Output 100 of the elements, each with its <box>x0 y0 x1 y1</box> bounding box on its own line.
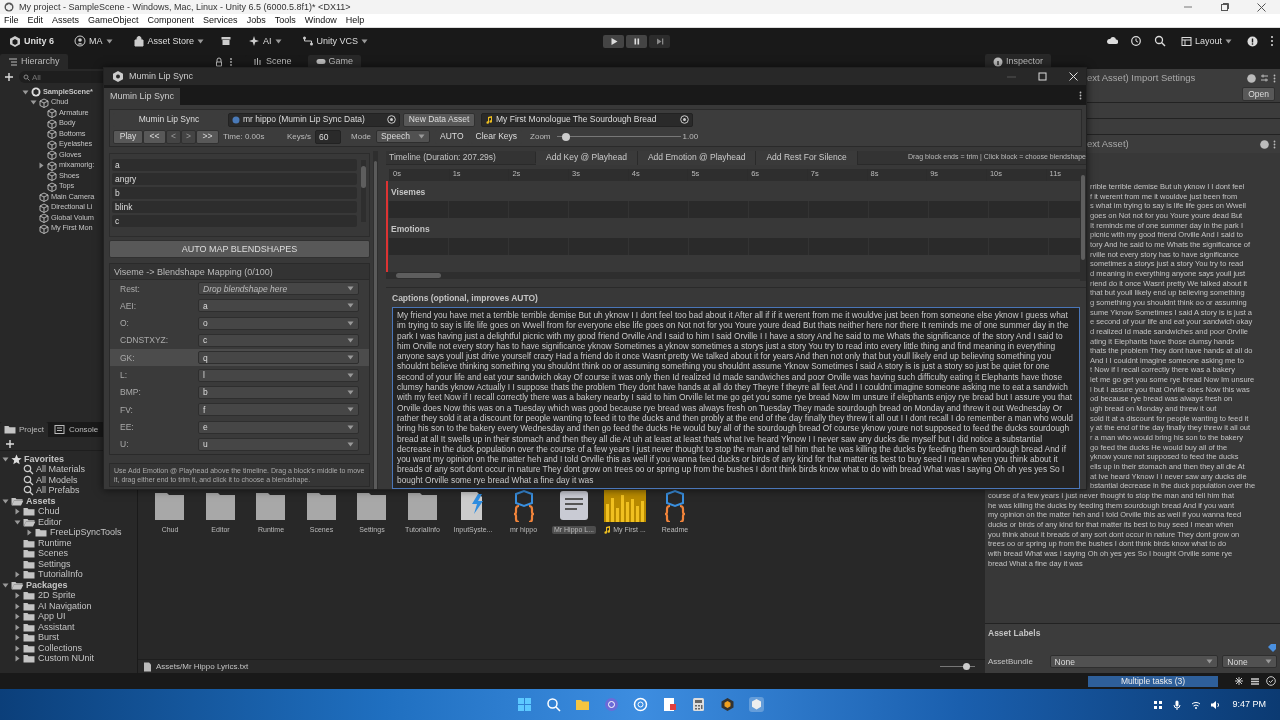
timeline-button[interactable]: Add Rest For Silence <box>756 150 858 165</box>
list-item[interactable]: c <box>112 215 357 227</box>
panel-tab[interactable]: Project <box>0 422 48 437</box>
field-label: U: <box>120 439 130 450</box>
mapping-row[interactable]: O: o <box>110 314 369 332</box>
field-label: Keys/s <box>287 131 311 142</box>
transport-button[interactable]: >> <box>196 129 219 144</box>
blendshape-dropdown[interactable]: c <box>198 334 359 348</box>
task-label: Multiple tasks (3) <box>1120 675 1186 687</box>
tree-item[interactable]: Favorites <box>24 453 65 465</box>
tree-item[interactable]: Chud <box>38 506 60 518</box>
bundle-dropdown[interactable]: None <box>1049 655 1219 669</box>
blendshape-dropdown[interactable]: q <box>198 351 359 365</box>
list-item[interactable]: a <box>112 159 357 171</box>
captions-label: Captions (optional, improves AUTO) <box>391 292 538 305</box>
menu-item[interactable]: Window <box>304 15 337 26</box>
mapping-row[interactable]: U: u <box>110 435 369 453</box>
tree-item[interactable]: Collections <box>38 642 83 654</box>
mapping-row[interactable]: Rest: Drop blendshape here <box>110 280 369 298</box>
captions-textarea[interactable]: My friend you have met a terrible terrible demise But uh yknow I I dont feel too bad about it After all if if it werent from me it wouldve just been from someone else yknow I guess what im trying to say is life life goes on Wwell from for everyone else life goes on Not not for you Youre youre dead But thats neither here nor there It reminds me of one summer day in the park I was having just a delightful picnic with my good friend Orville And I said to him I said Orville I I have a story And he said to me Whats the significance of the story And I said to him Orville not every story has to have significance yknow Sometimes a yknow sometimes a storys just a story You try to read into every little thing and find meaning in everything anyone says youll just drive yourself crazy Had a friend do it once Wasnt pretty We talked about it for years And then not only that but youll likely end up believing something you shouldnt believe thinking something you shouldnt think oo or assuming something you shouldnt assume Yknow Sometimes I said A story is is just a story so just be quiet for one second of your life and eat your sandwich okay Of course it was only then Id realized Id made sandwiches and poor Orville was having such difficulty eating it Elephants have those clumsy hands yknow Actually I I suppose thats the problem They dont have hands at all do they Theyre f theyre all feet And I I couldnt imagine someone asking me to eat a sandwich with my feet Now if I recall correctly there was a bakery nearby I said to him Orville let me go get you some rye bread Now Im unsure if elephants enjoy rye bread but I assure you that Orville does Now this was on a Tuesday which was good because rye bread was always fresh on Tuesday They made sourdough bread on Monday and threw it out Wednesday Or rather they sold it at a discount for people wanting to feed it to the ducks and then probly at the end of the day finally they threw it all out I I dont recall I do remember a man who would bring his son to the bakery every Wednesday and then go feed the ducks He would buy all of the sourdough bread Of course yknow youre not supposed to feed the ducks sourdough bread at all It swells up in their stomach and then they all die At uh at least at least thats what Ive heard Yknow I I never saw any ducks die myself but I did notice a substantial decrease in the duck population over the course of a few years I just never thought to stop the man and tell him that he was killing the ducks by feeding them sourdough bread And if you want my opinion on the matter heh and I told Orville this as well if you wanna feed ducks or birds of any kind for that matter its best to buy seed I mean when you think about it breads of any sort dont occur in nature They dont grow on trees oo or spring up from the bushes I dont think birds know what to do with bread What was I saying Oh oh yes yes So I bought Orville some rye bread What a fine day it was <box>392 307 1080 489</box>
mapping-row[interactable]: L: l <box>110 366 369 384</box>
list-item[interactable]: blink <box>112 201 357 213</box>
field-label: Zoom <box>530 131 551 142</box>
transport-button[interactable]: << <box>143 129 166 144</box>
blendshape-dropdown[interactable]: a <box>198 299 359 313</box>
field-label: CDNSTXYZ: <box>120 335 170 346</box>
mapping-row[interactable]: EE: e <box>110 418 369 436</box>
menu-item[interactable]: Services <box>203 15 238 26</box>
menu-item[interactable]: Assets <box>52 15 80 26</box>
menu-item[interactable]: Help <box>345 15 365 26</box>
field-label: BMP: <box>120 387 142 398</box>
tree-item[interactable]: Runtime <box>38 537 72 549</box>
mode-dropdown[interactable]: Speech <box>376 130 431 143</box>
toolbar-dropdown[interactable]: Asset Store <box>129 33 208 49</box>
mapping-row[interactable]: FV: f <box>110 401 369 419</box>
zoom-value: 1.00 <box>682 131 699 142</box>
asset-path: Assets/Mr Hippo Lyrics.txt <box>156 661 249 672</box>
window-tab[interactable]: Mumin Lip Sync <box>104 88 181 105</box>
blendshape-dropdown[interactable]: f <box>198 403 359 417</box>
list-item[interactable]: b <box>112 187 357 199</box>
tree-item[interactable]: Settings <box>38 558 71 570</box>
keys-per-second-field[interactable]: 60 <box>315 129 341 144</box>
variant-dropdown[interactable]: None <box>1222 655 1277 669</box>
blendshape-dropdown[interactable]: b <box>198 385 359 399</box>
tree-item[interactable]: TutorialInfo <box>38 569 83 581</box>
blendshape-dropdown[interactable]: u <box>198 437 359 451</box>
tree-item[interactable]: 2D Sprite <box>38 590 76 602</box>
tree-item[interactable]: Custom NUnit <box>38 653 94 665</box>
mapping-row[interactable]: CDNSTXYZ: c <box>110 331 369 350</box>
field-label: AssetBundle <box>988 656 1034 667</box>
data-object-field[interactable]: mr hippo (Mumin Lip Sync Data) <box>228 112 400 127</box>
menu-item[interactable]: GameObject <box>88 15 139 26</box>
tree-item[interactable]: App UI <box>38 611 66 623</box>
menu-item[interactable]: Jobs <box>246 15 266 26</box>
toolbar-dropdown[interactable]: Unity VCS <box>298 33 372 49</box>
blendshape-dropdown[interactable]: l <box>198 368 359 382</box>
tree-item[interactable]: All Prefabs <box>36 485 80 497</box>
mapping-row[interactable]: BMP: b <box>110 383 369 402</box>
field-label: EE: <box>120 421 135 433</box>
new-data-asset-button[interactable]: New Data Asset <box>403 112 475 127</box>
timeline-button[interactable]: Add Key @ Playhead <box>536 150 638 165</box>
tree-item[interactable]: Editor <box>38 516 62 528</box>
window-title: Mumin Lip Sync <box>129 71 194 82</box>
unity-version-label[interactable]: Unity 6 <box>6 33 57 49</box>
tree-item[interactable]: Packages <box>26 579 68 591</box>
blendshape-dropdown[interactable]: o <box>198 316 359 330</box>
timeline-button[interactable]: Add Emotion @ Playhead <box>637 150 757 165</box>
blendshape-dropdown[interactable]: e <box>198 420 359 434</box>
time-label: Time: 0.00s <box>223 131 266 142</box>
window-title: My project - SampleScene - Windows, Mac, Linux - Unity 6.5 (6000.5.8f1)* <DX11> <box>19 1 351 13</box>
tree-item[interactable]: All Materials <box>36 464 85 476</box>
list-item[interactable]: angry <box>112 173 357 185</box>
menu-item[interactable]: File <box>4 15 19 26</box>
tree-item[interactable]: Scenes <box>38 548 69 560</box>
track-label: Visemes <box>390 186 426 199</box>
field-label: Rest: <box>120 283 141 294</box>
tree-item[interactable]: Burst <box>38 632 59 644</box>
tree-item[interactable]: Assistant <box>38 621 75 633</box>
auto-map-button[interactable]: AUTO MAP BLENDSHAPES <box>109 240 370 258</box>
hierarchy-tab[interactable]: Hierarchy <box>0 54 68 69</box>
tree-item[interactable]: AI Navigation <box>38 600 92 612</box>
field-label: FV: <box>120 404 134 415</box>
blendshape-dropdown[interactable]: Drop blendshape here <box>198 282 359 296</box>
tree-item[interactable]: FreeLipSyncTools <box>50 527 122 539</box>
audio-object-field[interactable]: My First Monologue The Sourdough Bread <box>481 112 693 127</box>
menu-item[interactable]: Edit <box>27 15 44 26</box>
open-button[interactable]: Open <box>1242 87 1275 101</box>
mapping-row[interactable]: AEI: a <box>110 297 369 315</box>
menu-item[interactable]: Tools <box>274 15 296 26</box>
toolbar-dropdown[interactable]: MA <box>71 33 116 49</box>
layout-dropdown[interactable]: Layout <box>1177 33 1235 49</box>
field-label: L: <box>120 370 129 381</box>
track-label: Emotions <box>390 223 430 237</box>
menu-item[interactable]: Component <box>147 15 195 26</box>
tree-item[interactable]: Assets <box>26 495 56 507</box>
progress-bar[interactable]: Multiple tasks (3) <box>1088 675 1218 687</box>
transport-button[interactable]: Play <box>113 129 143 144</box>
tree-item[interactable]: All Models <box>36 474 78 486</box>
mapping-row[interactable]: GK: q <box>110 349 369 367</box>
toolbar-dropdown[interactable]: AI <box>245 33 285 49</box>
